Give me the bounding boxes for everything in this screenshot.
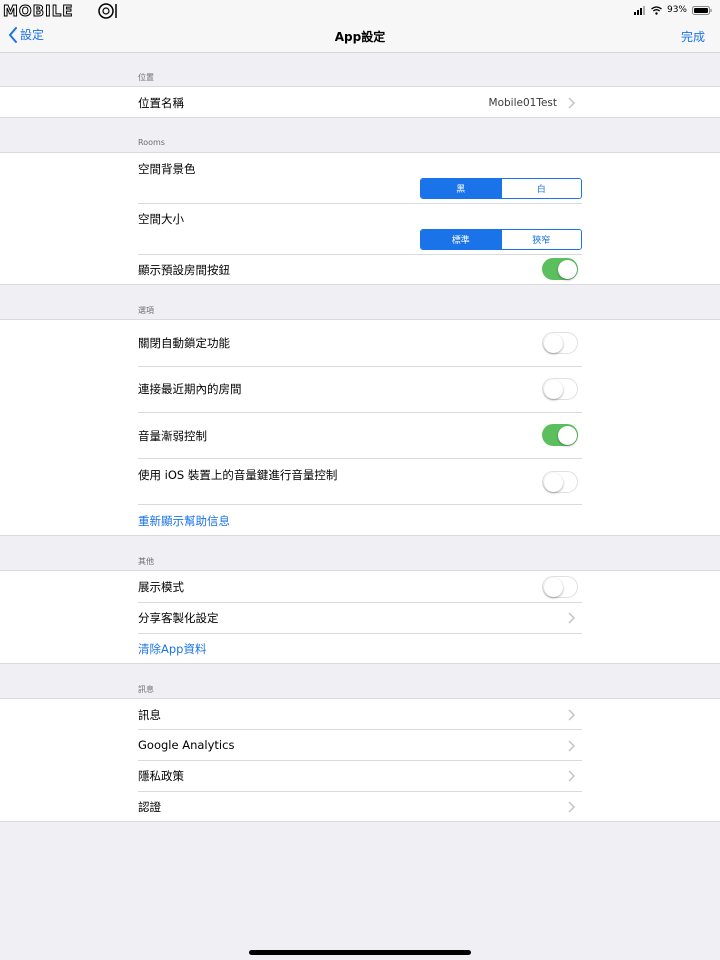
divider bbox=[138, 412, 582, 413]
divider bbox=[138, 366, 582, 367]
section-header-rooms: Rooms bbox=[138, 138, 165, 147]
chevron-right-icon bbox=[568, 612, 576, 624]
divider bbox=[138, 633, 582, 634]
segment-standard[interactable]: 標準 bbox=[421, 230, 501, 249]
info-item-label: Google Analytics bbox=[138, 738, 235, 752]
toggle-knob bbox=[544, 578, 563, 597]
share-custom-settings-label: 分享客製化設定 bbox=[138, 611, 219, 625]
recent-room-toggle[interactable] bbox=[542, 378, 578, 400]
ios-volume-control-toggle[interactable] bbox=[542, 471, 578, 493]
navigation-bar: 設定 App設定 完成 bbox=[0, 22, 720, 53]
location-group: 位置名稱 Mobile01Test bbox=[0, 86, 720, 118]
svg-text:MOBILE: MOBILE bbox=[3, 2, 74, 20]
section-header-other: 其他 bbox=[138, 557, 154, 566]
options-group: 關閉自動鎖定功能 連接最近期內的房間 音量漸弱控制 使用 iOS 裝置上的音量鍵… bbox=[0, 319, 720, 536]
location-name-value: Mobile01Test bbox=[488, 97, 557, 109]
volume-fade-toggle[interactable] bbox=[542, 424, 578, 446]
auto-lock-label: 關閉自動鎖定功能 bbox=[138, 336, 230, 350]
location-name-label: 位置名稱 bbox=[138, 96, 184, 110]
chevron-right-icon bbox=[568, 770, 576, 782]
info-item-certification[interactable]: 認證 bbox=[138, 792, 582, 822]
battery-icon bbox=[692, 5, 712, 15]
info-item-label: 認證 bbox=[138, 800, 161, 814]
rooms-group: 空間背景色 黑 白 空間大小 標準 狹窄 顯示預設房間按鈕 bbox=[0, 152, 720, 285]
info-item-label: 訊息 bbox=[138, 708, 161, 722]
done-button[interactable]: 完成 bbox=[681, 28, 705, 45]
chevron-right-icon bbox=[568, 801, 576, 813]
toggle-knob bbox=[544, 473, 563, 492]
chevron-right-icon bbox=[568, 709, 576, 721]
home-indicator[interactable] bbox=[249, 950, 471, 955]
segment-white[interactable]: 白 bbox=[500, 179, 581, 198]
info-item-privacy-policy[interactable]: 隱私政策 bbox=[138, 761, 582, 791]
share-custom-settings-row[interactable]: 分享客製化設定 bbox=[138, 603, 582, 633]
toggle-knob bbox=[558, 260, 577, 279]
location-name-row[interactable]: 位置名稱 Mobile01Test bbox=[138, 87, 582, 118]
ios-volume-control-label: 使用 iOS 裝置上的音量鍵進行音量控制 bbox=[138, 468, 338, 482]
wifi-icon bbox=[651, 5, 662, 15]
divider bbox=[138, 254, 582, 255]
section-header-options: 選項 bbox=[138, 306, 154, 315]
section-header-location: 位置 bbox=[138, 73, 154, 82]
recent-room-label: 連接最近期內的房間 bbox=[138, 382, 242, 396]
demo-mode-toggle[interactable] bbox=[542, 576, 578, 598]
demo-mode-label: 展示模式 bbox=[138, 580, 184, 594]
info-group: 訊息 Google Analytics 隱私政策 認證 bbox=[0, 698, 720, 822]
divider bbox=[138, 504, 582, 505]
divider bbox=[138, 203, 582, 204]
room-size-segmented-control[interactable]: 標準 狹窄 bbox=[420, 229, 582, 250]
info-item-messages[interactable]: 訊息 bbox=[138, 699, 582, 729]
signal-icon bbox=[633, 5, 645, 15]
divider bbox=[138, 458, 582, 459]
show-default-room-button-label: 顯示預設房間按鈕 bbox=[138, 263, 230, 277]
status-bar: MOBILE 93% bbox=[0, 0, 720, 22]
info-item-label: 隱私政策 bbox=[138, 769, 184, 783]
room-bg-color-segmented-control[interactable]: 黑 白 bbox=[420, 178, 582, 199]
info-item-google-analytics[interactable]: Google Analytics bbox=[138, 730, 582, 760]
reshow-help-link[interactable]: 重新顯示幫助信息 bbox=[138, 513, 230, 529]
toggle-knob bbox=[558, 426, 577, 445]
battery-percentage: 93% bbox=[666, 5, 687, 15]
toggle-knob bbox=[544, 334, 563, 353]
segment-narrow[interactable]: 狹窄 bbox=[500, 230, 581, 249]
clear-app-data-link[interactable]: 清除App資料 bbox=[138, 641, 206, 657]
chevron-right-icon bbox=[568, 740, 576, 752]
room-size-label: 空間大小 bbox=[138, 212, 184, 226]
other-group: 展示模式 分享客製化設定 清除App資料 bbox=[0, 570, 720, 664]
toggle-knob bbox=[544, 380, 563, 399]
status-indicators: 93% bbox=[633, 3, 712, 17]
segment-black[interactable]: 黑 bbox=[421, 179, 501, 198]
room-bg-color-label: 空間背景色 bbox=[138, 162, 196, 176]
show-default-room-button-toggle[interactable] bbox=[542, 258, 578, 280]
page-title: App設定 bbox=[334, 30, 386, 44]
mobile01-logo: MOBILE bbox=[3, 2, 117, 21]
volume-fade-label: 音量漸弱控制 bbox=[138, 429, 207, 443]
chevron-right-icon bbox=[568, 97, 576, 109]
auto-lock-toggle[interactable] bbox=[542, 332, 578, 354]
section-header-info: 訊息 bbox=[138, 685, 154, 694]
